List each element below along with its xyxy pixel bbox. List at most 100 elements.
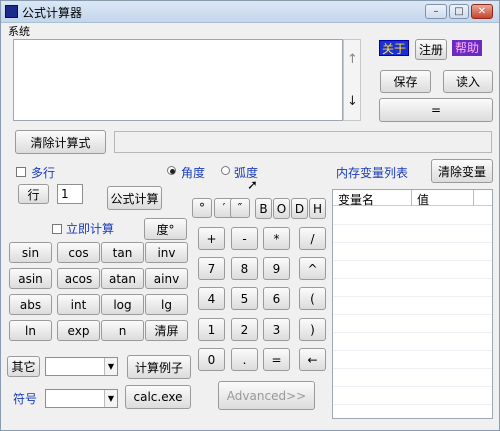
ainv-button[interactable]: ainv (145, 268, 188, 289)
decimal-button[interactable]: D (291, 198, 308, 219)
window-title: 公式计算器 (22, 6, 83, 20)
grid-line (333, 350, 492, 351)
scroll-up-arrow-icon[interactable]: ↑ (347, 52, 358, 67)
chevron-down-icon[interactable]: ▼ (104, 390, 117, 407)
backspace-key[interactable]: ← (299, 348, 326, 371)
grid-line (333, 278, 492, 279)
key-0[interactable]: 0 (198, 348, 225, 371)
key-6[interactable]: 6 (263, 287, 290, 310)
symbol-dropdown[interactable]: ▼ (45, 389, 118, 408)
symbol-label: 符号 (13, 392, 38, 406)
title-bar: 公式计算器 – □ ✕ (1, 1, 499, 23)
radian-radio[interactable] (221, 166, 230, 175)
function-keypad: sin cos tan inv asin acos atan ainv abs … (9, 242, 189, 342)
angle-radio[interactable] (167, 166, 176, 175)
column-divider (411, 190, 412, 206)
column-value[interactable]: 值 (417, 191, 429, 208)
other-dropdown[interactable]: ▼ (45, 357, 118, 376)
hex-button[interactable]: H (309, 198, 326, 219)
calc-exe-button[interactable]: calc.exe (125, 385, 191, 409)
formula-calc-button[interactable]: 公式计算 (107, 186, 162, 210)
chevron-down-icon[interactable]: ▼ (104, 358, 117, 375)
equals-key[interactable]: = (263, 348, 290, 371)
menu-system[interactable]: 系统 (8, 23, 30, 39)
app-icon (5, 5, 18, 18)
load-button[interactable]: 读入 (443, 70, 493, 93)
int-button[interactable]: int (57, 294, 100, 315)
asin-button[interactable]: asin (9, 268, 52, 289)
key-5[interactable]: 5 (231, 287, 258, 310)
log-button[interactable]: log (101, 294, 144, 315)
second-symbol-button[interactable]: ″ (230, 198, 250, 218)
about-button[interactable]: 关于 (379, 40, 409, 56)
lg-button[interactable]: lg (145, 294, 188, 315)
save-button[interactable]: 保存 (380, 70, 431, 93)
menu-bar: 系统 (1, 23, 499, 39)
grid-line (333, 260, 492, 261)
plus-key[interactable]: + (198, 227, 225, 250)
close-paren-key[interactable]: ) (299, 318, 326, 341)
cos-button[interactable]: cos (57, 242, 100, 263)
register-button[interactable]: 注册 (415, 39, 447, 60)
decimal-point-key[interactable]: . (231, 348, 258, 371)
column-variable-name[interactable]: 变量名 (338, 191, 374, 208)
variables-list[interactable]: 变量名 值 (332, 189, 493, 419)
clear-variables-button[interactable]: 清除变量 (431, 159, 493, 183)
variables-title: 内存变量列表 (336, 166, 409, 180)
sin-button[interactable]: sin (9, 242, 52, 263)
minus-key[interactable]: - (231, 227, 258, 250)
advanced-button[interactable]: Advanced>> (218, 381, 315, 410)
open-paren-key[interactable]: ( (299, 287, 326, 310)
clear-screen-button[interactable]: 清屏 (145, 320, 188, 341)
grid-line (333, 368, 492, 369)
minimize-button[interactable]: – (425, 4, 447, 19)
grid-line (333, 242, 492, 243)
degree-symbol-button[interactable]: ° (192, 198, 212, 218)
ln-button[interactable]: ln (9, 320, 52, 341)
grid-line (333, 386, 492, 387)
variables-header: 变量名 值 (333, 190, 492, 208)
power-key[interactable]: ^ (299, 257, 326, 280)
equals-button[interactable]: = (379, 98, 493, 122)
grid-line (333, 314, 492, 315)
octal-button[interactable]: O (273, 198, 290, 219)
calc-example-button[interactable]: 计算例子 (127, 355, 191, 379)
multiline-checkbox[interactable] (16, 167, 26, 177)
maximize-button[interactable]: □ (449, 4, 469, 19)
app-window: 公式计算器 – □ ✕ 系统 ↑ ↓ 关于 注册 帮助 保存 读入 = 清除计算… (0, 0, 500, 431)
key-8[interactable]: 8 (231, 257, 258, 280)
degree-button[interactable]: 度° (144, 218, 187, 240)
multiline-label: 多行 (31, 166, 56, 180)
scroll-down-arrow-icon[interactable]: ↓ (347, 94, 358, 109)
key-7[interactable]: 7 (198, 257, 225, 280)
clear-formula-button[interactable]: 清除计算式 (15, 130, 106, 154)
other-button[interactable]: 其它 (7, 356, 40, 377)
exp-button[interactable]: exp (57, 320, 100, 341)
multiply-key[interactable]: * (263, 227, 290, 250)
grid-line (333, 296, 492, 297)
close-button[interactable]: ✕ (471, 4, 493, 19)
key-2[interactable]: 2 (231, 318, 258, 341)
grid-line (333, 404, 492, 405)
grid-line (333, 332, 492, 333)
acos-button[interactable]: acos (57, 268, 100, 289)
atan-button[interactable]: atan (101, 268, 144, 289)
instant-calc-checkbox[interactable] (52, 224, 62, 234)
grid-line (333, 224, 492, 225)
divide-key[interactable]: / (299, 227, 326, 250)
key-3[interactable]: 3 (263, 318, 290, 341)
n-button[interactable]: n (101, 320, 144, 341)
abs-button[interactable]: abs (9, 294, 52, 315)
help-button[interactable]: 帮助 (452, 40, 482, 56)
key-4[interactable]: 4 (198, 287, 225, 310)
tan-button[interactable]: tan (101, 242, 144, 263)
key-9[interactable]: 9 (263, 257, 290, 280)
inv-button[interactable]: inv (145, 242, 188, 263)
row-button[interactable]: 行 (18, 184, 49, 204)
formula-scrollbar[interactable]: ↑ ↓ (343, 39, 361, 121)
binary-button[interactable]: B (255, 198, 272, 219)
key-1[interactable]: 1 (198, 318, 225, 341)
result-display (114, 131, 492, 153)
row-count-input[interactable]: 1 (57, 184, 83, 204)
formula-input[interactable] (13, 39, 343, 121)
